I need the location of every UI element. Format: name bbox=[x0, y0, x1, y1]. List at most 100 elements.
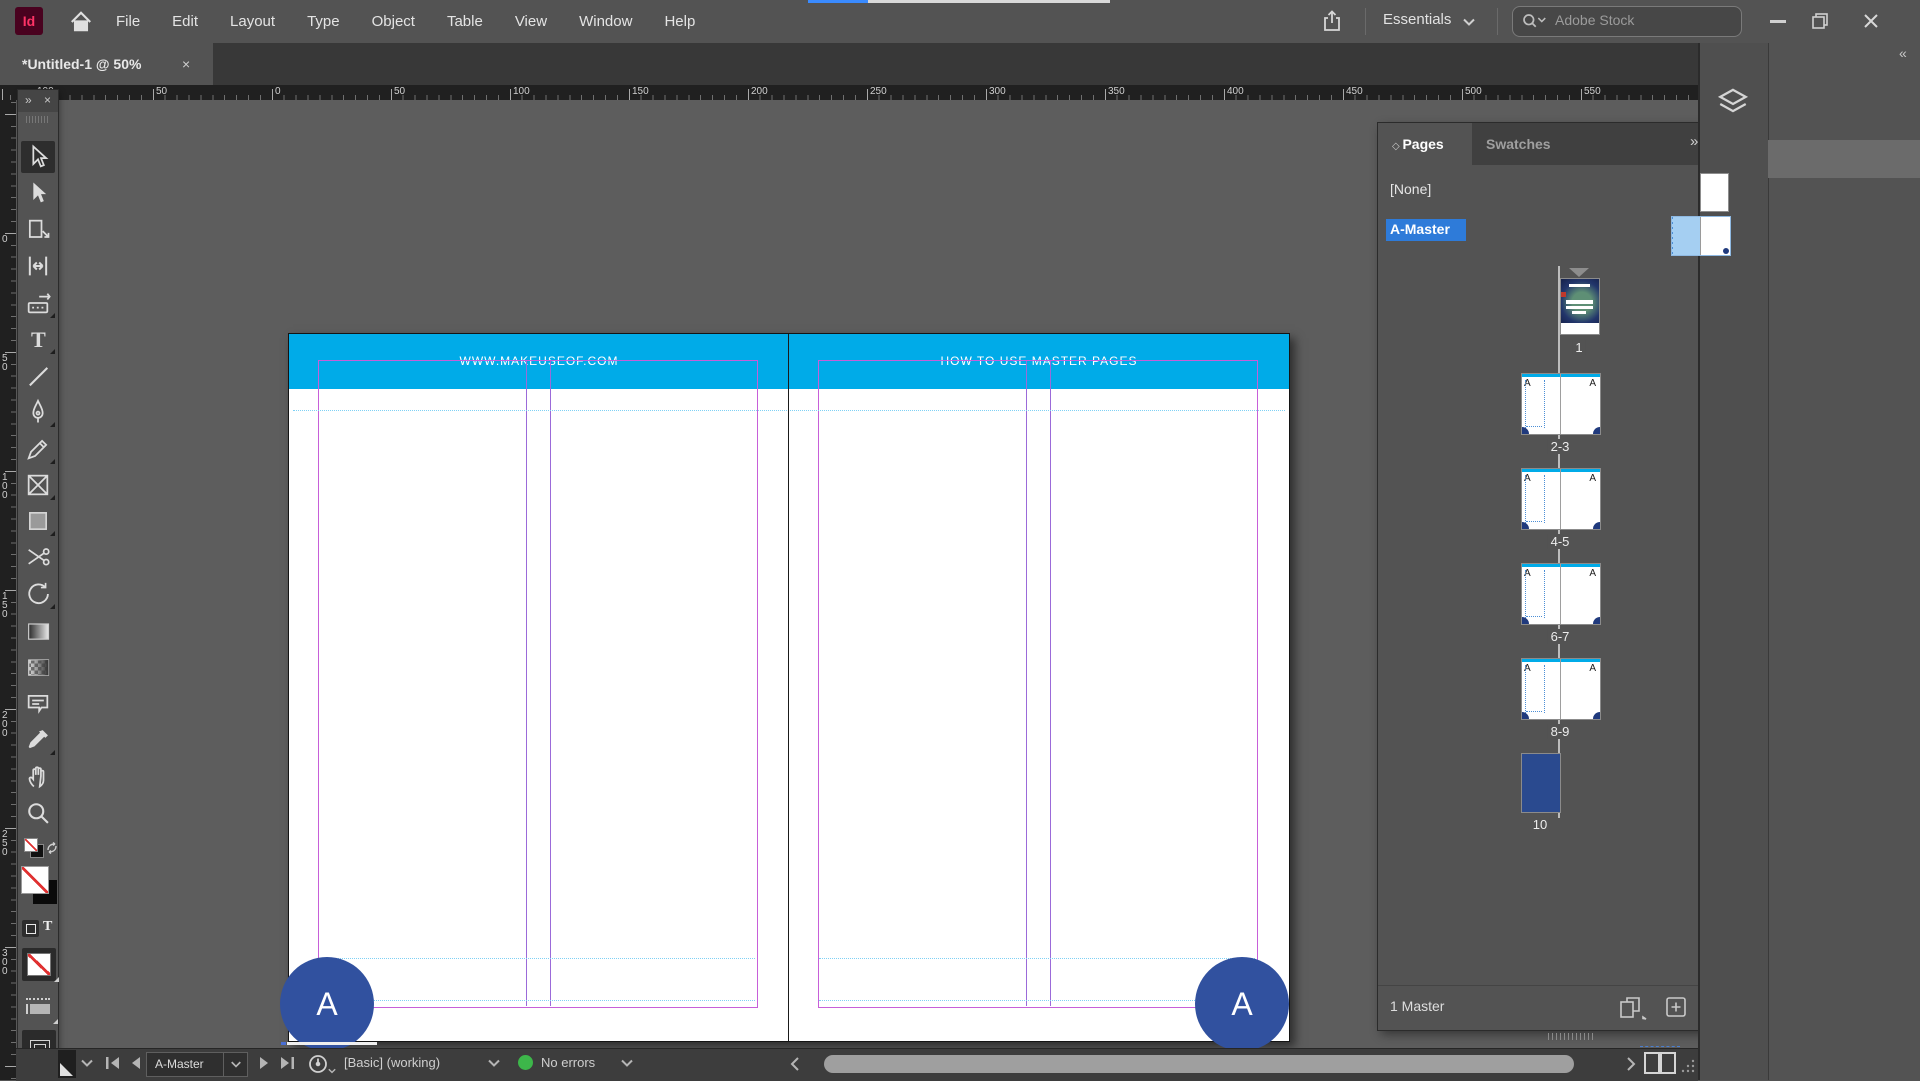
page-spread-thumbnail[interactable]: AA bbox=[1521, 373, 1601, 435]
v-ruler-label: 200 bbox=[2, 711, 11, 738]
last-page-icon[interactable] bbox=[278, 1056, 296, 1070]
collapse-icon[interactable]: » bbox=[25, 93, 32, 107]
layers-panel-icon[interactable] bbox=[1716, 87, 1750, 115]
fill-swatch[interactable] bbox=[21, 866, 49, 894]
workspace-switcher[interactable]: Essentials bbox=[1383, 11, 1451, 28]
tab-close-icon[interactable]: × bbox=[182, 43, 202, 85]
page-spread-thumbnail[interactable]: AA bbox=[1521, 658, 1601, 720]
grid-options-icon[interactable] bbox=[26, 998, 52, 1018]
rail-item-swatches[interactable]: Swatches bbox=[1768, 184, 1920, 222]
tab-pages[interactable]: ◇ Pages bbox=[1378, 123, 1472, 165]
page-spread-thumbnail[interactable]: AA bbox=[1521, 468, 1601, 530]
gradient-swatch-tool[interactable] bbox=[24, 617, 52, 645]
swap-fill-stroke-icon[interactable] bbox=[46, 842, 58, 854]
content-collector-tool[interactable] bbox=[24, 289, 52, 317]
selection-tool[interactable] bbox=[24, 143, 52, 171]
minimize-button[interactable] bbox=[1770, 20, 1786, 23]
v-ruler-label: 300 bbox=[2, 949, 11, 976]
master-prefix-circle-left[interactable]: A bbox=[280, 957, 374, 1051]
home-icon[interactable] bbox=[68, 9, 94, 35]
note-tool[interactable] bbox=[24, 690, 52, 718]
page-select-dropdown[interactable]: A-Master bbox=[146, 1052, 248, 1077]
document-tab-title: *Untitled-1 @ 50% bbox=[0, 56, 141, 72]
horizontal-ruler[interactable]: 10050050100150200250300350400450500550 bbox=[0, 85, 1698, 100]
page-number-label[interactable]: 1 bbox=[1572, 340, 1585, 355]
gap-tool[interactable] bbox=[24, 252, 52, 280]
scissors-tool[interactable] bbox=[24, 544, 52, 572]
pen-tool[interactable] bbox=[24, 398, 52, 426]
mini-fill-stroke-proxy[interactable] bbox=[24, 838, 44, 858]
page-number-label[interactable]: 6-7 bbox=[1548, 629, 1573, 644]
next-page-icon[interactable] bbox=[258, 1056, 272, 1070]
document-tab[interactable]: *Untitled-1 @ 50% × bbox=[0, 43, 213, 85]
page-number-label[interactable]: 10 bbox=[1530, 817, 1550, 832]
v-ruler-label: 250 bbox=[2, 830, 11, 857]
rail-properties-header[interactable]: Properti... bbox=[1768, 80, 1920, 118]
master-row-none[interactable]: [None] bbox=[1390, 181, 1431, 197]
menu-window[interactable]: Window bbox=[563, 0, 648, 43]
cover-page-thumbnail[interactable] bbox=[1560, 278, 1600, 335]
menu-type[interactable]: Type bbox=[291, 0, 356, 43]
master-spread[interactable]: WWW.MAKEUSEOF.COM HOW TO USE MASTER PAGE… bbox=[288, 333, 1290, 1042]
apply-color-button[interactable] bbox=[22, 948, 56, 981]
gradient-feather-tool[interactable] bbox=[24, 653, 52, 681]
panel-resize-grip[interactable] bbox=[1548, 1033, 1596, 1040]
chevron-down-icon[interactable] bbox=[1462, 17, 1476, 27]
eyedropper-tool[interactable] bbox=[24, 726, 52, 754]
preflight-icon[interactable] bbox=[306, 1052, 332, 1076]
formatting-affects-container-button[interactable] bbox=[22, 920, 39, 937]
panel-grip[interactable] bbox=[26, 116, 50, 123]
indesign-logo[interactable]: Id bbox=[15, 7, 43, 35]
line-tool[interactable] bbox=[24, 362, 52, 390]
errors-chevron-icon[interactable] bbox=[620, 1058, 634, 1068]
scroll-left-icon[interactable] bbox=[790, 1056, 800, 1072]
rectangle-tool[interactable] bbox=[24, 507, 52, 535]
master-prefix-circle-right[interactable]: A bbox=[1195, 957, 1289, 1051]
direct-selection-tool[interactable] bbox=[24, 179, 52, 207]
frame-tool[interactable] bbox=[24, 471, 52, 499]
menu-edit[interactable]: Edit bbox=[156, 0, 214, 43]
edit-page-size-icon[interactable] bbox=[1618, 995, 1648, 1021]
vertical-ruler[interactable]: 050100150200250300 bbox=[0, 100, 16, 1080]
page-spread-thumbnail[interactable]: AA bbox=[1521, 563, 1601, 625]
close-button[interactable] bbox=[1862, 12, 1880, 30]
rail-item-pages[interactable]: Pages bbox=[1768, 140, 1920, 178]
hand-tool[interactable] bbox=[24, 762, 52, 790]
previous-page-icon[interactable] bbox=[128, 1056, 142, 1070]
window-resize-grip[interactable] bbox=[1680, 1058, 1696, 1074]
close-icon[interactable]: × bbox=[44, 93, 51, 107]
share-icon[interactable] bbox=[1320, 9, 1344, 35]
restore-button[interactable] bbox=[1812, 13, 1828, 29]
formatting-affects-text-button[interactable]: T bbox=[43, 919, 57, 937]
menu-layout[interactable]: Layout bbox=[214, 0, 291, 43]
page-number-label[interactable]: 2-3 bbox=[1548, 439, 1573, 454]
menu-object[interactable]: Object bbox=[356, 0, 431, 43]
menu-table[interactable]: Table bbox=[431, 0, 499, 43]
page-number-label[interactable]: 4-5 bbox=[1548, 534, 1573, 549]
zoom-tool[interactable] bbox=[24, 799, 52, 827]
section-splitter-icon[interactable] bbox=[1569, 268, 1589, 277]
view-chevron-icon[interactable] bbox=[80, 1058, 94, 1068]
menu-file[interactable]: File bbox=[100, 0, 156, 43]
page-10-thumbnail[interactable] bbox=[1521, 753, 1561, 813]
first-page-icon[interactable] bbox=[104, 1056, 122, 1070]
preset-chevron-icon[interactable] bbox=[487, 1058, 501, 1068]
horizontal-scrollbar[interactable] bbox=[824, 1055, 1574, 1073]
menu-view[interactable]: View bbox=[499, 0, 563, 43]
adobe-stock-search[interactable]: Adobe Stock bbox=[1512, 6, 1742, 37]
menu-help[interactable]: Help bbox=[648, 0, 711, 43]
corner-resize-box[interactable] bbox=[58, 1050, 76, 1078]
master-row-a-master[interactable]: A-Master bbox=[1386, 219, 1466, 241]
master-none-thumbnail[interactable] bbox=[1700, 173, 1729, 212]
page-tool[interactable] bbox=[24, 216, 52, 244]
create-new-page-icon[interactable] bbox=[1664, 995, 1688, 1019]
scroll-right-icon[interactable] bbox=[1626, 1056, 1636, 1072]
tab-swatches[interactable]: Swatches bbox=[1472, 123, 1590, 165]
type-tool[interactable]: T bbox=[24, 325, 52, 353]
page-number-label[interactable]: 8-9 bbox=[1548, 724, 1573, 739]
free-transform-tool[interactable] bbox=[24, 580, 52, 608]
spread-view-icon[interactable] bbox=[1642, 1050, 1678, 1076]
pencil-tool[interactable] bbox=[24, 435, 52, 463]
rail-collapse-icon[interactable]: « bbox=[1899, 45, 1907, 61]
master-a-thumbnail[interactable] bbox=[1671, 216, 1731, 256]
